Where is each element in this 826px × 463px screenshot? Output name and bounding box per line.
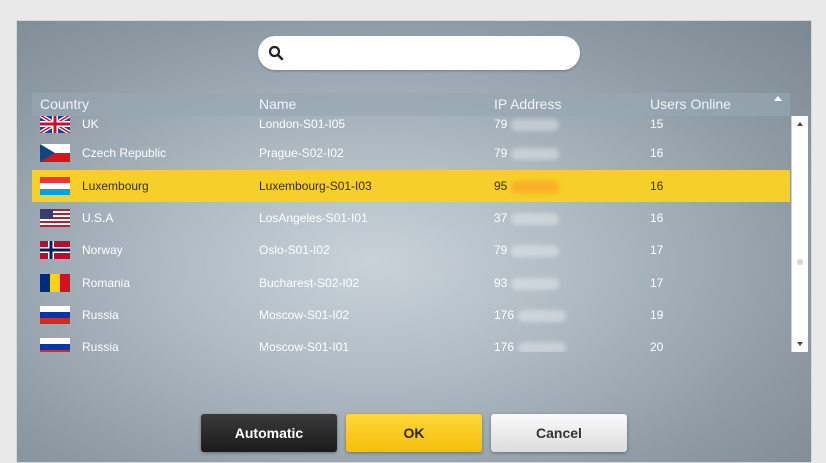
usa-flag-icon xyxy=(40,209,70,227)
table-row[interactable]: U.S.A LosAngeles-S01-I01 37 16 xyxy=(32,202,790,234)
column-header-name[interactable]: Name xyxy=(259,96,296,112)
luxembourg-flag-icon xyxy=(40,177,70,195)
row-users-online: 15 xyxy=(650,117,664,131)
row-ip-address: 79 xyxy=(494,117,560,131)
row-country: Norway xyxy=(82,243,123,257)
row-server-name: LosAngeles-S01-I01 xyxy=(259,211,368,225)
row-server-name: London-S01-I05 xyxy=(259,117,346,131)
search-icon xyxy=(268,45,284,61)
column-header-country[interactable]: Country xyxy=(40,96,89,112)
row-ip-address: 176 xyxy=(494,340,567,352)
server-list: UK London-S01-I05 79 15 Czech Republic P… xyxy=(32,116,790,352)
row-country: UK xyxy=(82,117,99,131)
list-scrollbar[interactable] xyxy=(791,116,808,352)
row-users-online: 19 xyxy=(650,308,664,322)
table-row[interactable]: Norway Oslo-S01-I02 79 17 xyxy=(32,234,790,266)
uk-flag-icon xyxy=(40,116,70,133)
row-ip-address: 79 xyxy=(494,243,560,257)
row-country: U.S.A xyxy=(82,211,114,225)
scroll-thumb[interactable] xyxy=(797,259,803,265)
row-country: Czech Republic xyxy=(82,146,167,160)
table-row[interactable]: Romania Bucharest-S02-I02 93 17 xyxy=(32,267,790,299)
norway-flag-icon xyxy=(40,241,70,259)
row-ip-address: 79 xyxy=(494,146,560,160)
row-users-online: 17 xyxy=(650,276,664,290)
row-ip-address: 176 xyxy=(494,308,567,322)
row-server-name: Moscow-S01-I01 xyxy=(259,340,350,352)
scroll-down-arrow-icon[interactable] xyxy=(797,342,803,346)
table-row-selected[interactable]: Luxembourg Luxembourg-S01-I03 95 16 xyxy=(32,170,790,202)
column-header-users-online[interactable]: Users Online xyxy=(650,96,731,112)
row-users-online: 20 xyxy=(650,340,664,352)
czech-flag-icon xyxy=(40,144,70,162)
row-ip-address: 95 xyxy=(494,179,560,193)
row-users-online: 16 xyxy=(650,146,664,160)
row-server-name: Bucharest-S02-I02 xyxy=(259,276,360,290)
row-server-name: Moscow-S01-I02 xyxy=(259,308,350,322)
column-header-ip-address[interactable]: IP Address xyxy=(494,96,561,112)
sort-ascending-icon[interactable] xyxy=(774,96,782,101)
table-header: Country Name IP Address Users Online xyxy=(32,93,790,116)
russia-flag-icon xyxy=(40,306,70,324)
row-server-name: Oslo-S01-I02 xyxy=(259,243,330,257)
row-users-online: 16 xyxy=(650,179,664,193)
app-frame: Country Name IP Address Users Online UK … xyxy=(0,0,826,463)
row-users-online: 16 xyxy=(650,211,664,225)
search-box[interactable] xyxy=(258,36,580,70)
row-country: Russia xyxy=(82,308,119,322)
row-ip-address: 93 xyxy=(494,276,560,290)
automatic-button[interactable]: Automatic xyxy=(201,414,337,452)
table-row[interactable]: Russia Moscow-S01-I02 176 19 xyxy=(32,299,790,331)
row-server-name: Luxembourg-S01-I03 xyxy=(259,179,372,193)
row-country: Russia xyxy=(82,340,119,352)
russia-flag-icon xyxy=(40,338,70,352)
row-country: Romania xyxy=(82,276,131,290)
row-ip-address: 37 xyxy=(494,211,560,225)
romania-flag-icon xyxy=(40,274,70,292)
row-country: Luxembourg xyxy=(82,179,149,193)
row-server-name: Prague-S02-I02 xyxy=(259,146,344,160)
search-input[interactable] xyxy=(292,42,566,66)
table-row[interactable]: Russia Moscow-S01-I01 176 20 xyxy=(32,331,790,352)
table-row[interactable]: Czech Republic Prague-S02-I02 79 16 xyxy=(32,137,790,169)
cancel-button[interactable]: Cancel xyxy=(491,414,627,452)
ok-button[interactable]: OK xyxy=(346,414,482,452)
row-users-online: 17 xyxy=(650,243,664,257)
scroll-up-arrow-icon[interactable] xyxy=(797,122,803,126)
